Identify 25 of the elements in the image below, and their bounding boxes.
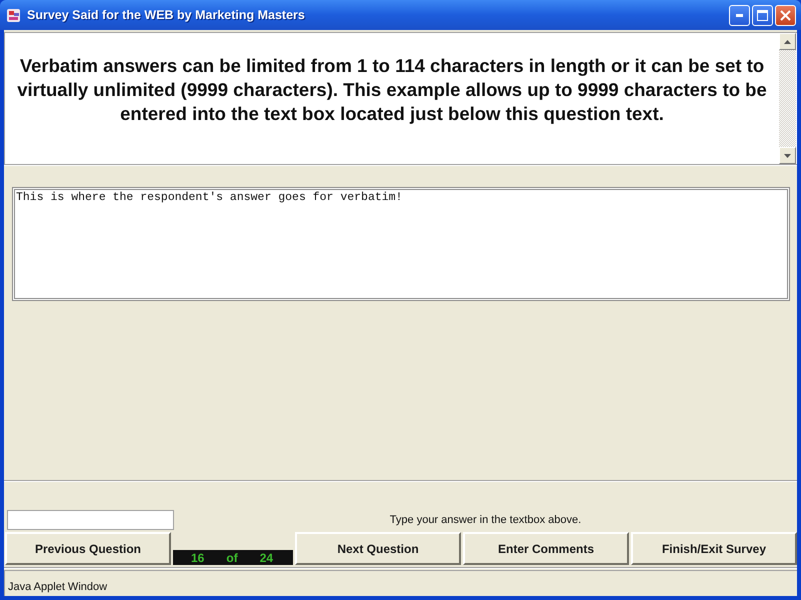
maximize-icon: [757, 10, 768, 20]
counter-of: of: [226, 552, 238, 564]
scroll-down-button[interactable]: [779, 147, 796, 164]
up-arrow-icon: [784, 40, 791, 44]
nav-button[interactable]: Previous Question: [5, 532, 171, 565]
scroll-up-button[interactable]: [779, 33, 796, 50]
down-arrow-icon: [784, 154, 791, 158]
nav-button[interactable]: Finish/Exit Survey: [631, 532, 797, 565]
minimize-icon: [736, 14, 743, 16]
maximize-button[interactable]: [752, 4, 773, 26]
nav-button[interactable]: Next Question: [295, 532, 461, 565]
counter-current: 16: [191, 552, 204, 564]
scrollbar[interactable]: [779, 33, 796, 164]
status-text: Java Applet Window: [8, 582, 108, 593]
close-icon: [780, 10, 791, 20]
window-title: Survey Said for the WEB by Marketing Masters: [27, 6, 305, 24]
counter-total: 24: [260, 552, 274, 564]
nav-button[interactable]: Enter Comments: [463, 532, 629, 565]
hint-text: Type your answer in the textbox above.: [390, 512, 582, 528]
answer-textarea[interactable]: This is where the respondent's answer goes for verbatim!: [12, 187, 790, 301]
question-text: Verbatim answers can be limited from 1 to 114 characters in length or it can be set to virtually unlimited (9999 characters). This example allows up to 9999 characters to be entered into the text box located just below this question text.: [17, 54, 767, 126]
minimize-button[interactable]: [729, 4, 750, 26]
answer-line-field[interactable]: [7, 510, 174, 530]
close-button[interactable]: [775, 4, 796, 26]
app-icon: [6, 8, 21, 22]
